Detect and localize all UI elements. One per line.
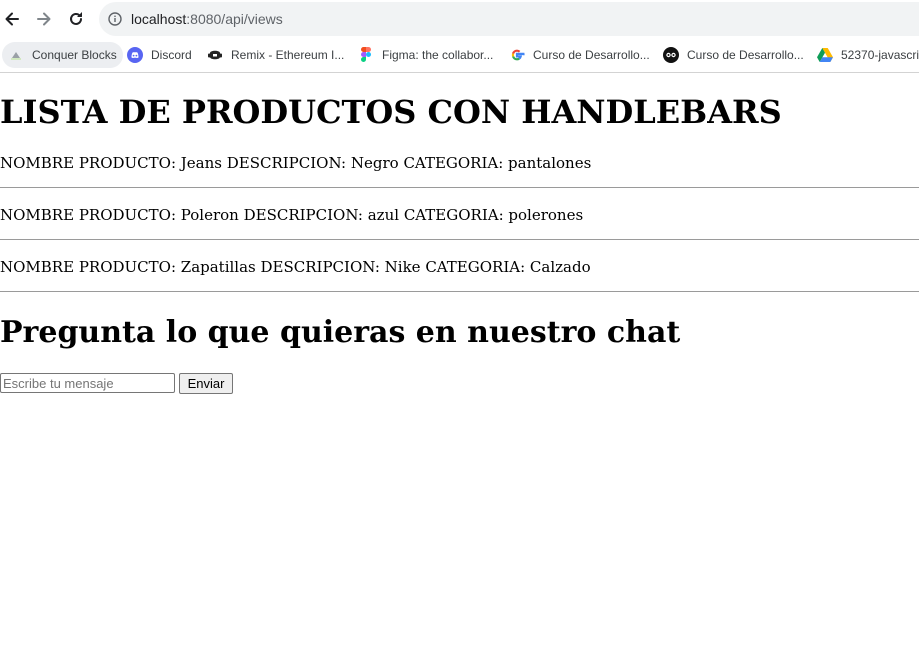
divider (0, 291, 919, 292)
reload-icon (70, 12, 82, 25)
chat-message-input[interactable] (0, 373, 175, 393)
reload-button[interactable] (64, 7, 88, 31)
bookmark-curso-google[interactable]: Curso de Desarrollo... (509, 42, 650, 68)
bookmark-conquer-blocks[interactable]: Conquer Blocks (2, 42, 123, 68)
remix-icon (207, 47, 223, 63)
product-item: NOMBRE PRODUCTO: Poleron DESCRIPCION: az… (0, 206, 584, 224)
divider (0, 187, 919, 188)
url-path: :8080/api/views (186, 11, 283, 27)
google-drive-icon (817, 47, 833, 63)
bookmark-label: Figma: the collabor... (382, 48, 494, 62)
bookmark-label: Discord (151, 48, 192, 62)
back-button[interactable] (0, 7, 24, 31)
figma-icon (358, 47, 374, 63)
conquer-blocks-icon (8, 47, 24, 63)
bookmark-label: 52370-javascript (841, 48, 919, 62)
product-item: NOMBRE PRODUCTO: Jeans DESCRIPCION: Negr… (0, 154, 592, 172)
info-icon[interactable] (108, 12, 122, 26)
chat-heading: Pregunta lo que quieras en nuestro chat (0, 315, 681, 350)
bookmark-drive[interactable]: 52370-javascript (817, 42, 919, 68)
browser-toolbar: localhost:8080/api/views (0, 0, 919, 37)
send-button[interactable]: Enviar (179, 373, 233, 394)
discord-icon (127, 47, 143, 63)
bookmark-discord[interactable]: Discord (127, 42, 192, 68)
google-icon (509, 47, 525, 63)
back-arrow-icon (5, 12, 19, 26)
product-item: NOMBRE PRODUCTO: Zapatillas DESCRIPCION:… (0, 258, 591, 276)
forward-button[interactable] (32, 7, 56, 31)
bookmark-label: Remix - Ethereum I... (231, 48, 345, 62)
bookmark-figma[interactable]: Figma: the collabor... (358, 42, 493, 68)
page-title: LISTA DE PRODUCTOS CON HANDLEBARS (0, 93, 782, 131)
url-text[interactable]: localhost:8080/api/views (131, 11, 283, 27)
coderhouse-icon (663, 47, 679, 63)
bookmark-label: Curso de Desarrollo... (533, 48, 650, 62)
bookmark-remix[interactable]: Remix - Ethereum I... (207, 42, 344, 68)
divider (0, 239, 919, 240)
bookmarks-bar: Conquer Blocks Discord Remix - Ethereum … (0, 37, 919, 73)
bookmark-label: Curso de Desarrollo... (687, 48, 804, 62)
forward-arrow-icon (37, 12, 51, 26)
address-bar[interactable]: localhost:8080/api/views (99, 2, 919, 36)
bookmark-label: Conquer Blocks (32, 48, 117, 62)
bookmark-curso-coderhouse[interactable]: Curso de Desarrollo... (663, 42, 804, 68)
url-host: localhost (131, 11, 187, 27)
